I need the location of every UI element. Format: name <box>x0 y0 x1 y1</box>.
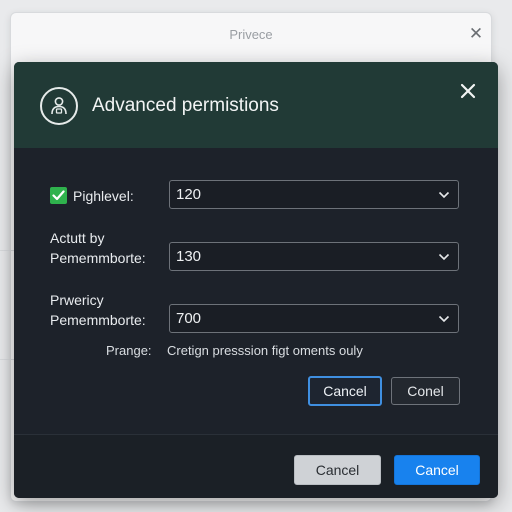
advanced-permissions-dialog: Advanced permistions Pighlevel: 120 Actu… <box>14 62 498 498</box>
note-label: Prange: <box>106 343 152 358</box>
chevron-down-icon <box>438 315 450 323</box>
row1-select[interactable]: 120 <box>169 180 459 209</box>
row2-select[interactable]: 130 <box>169 242 459 271</box>
dialog-footer: Cancel Cancel <box>14 434 498 498</box>
background-window-title: Privece <box>229 27 273 42</box>
row2-label-line1: Actutt by <box>50 230 105 246</box>
row3-select-value: 700 <box>176 310 202 327</box>
cancel-button-focused[interactable]: Cancel <box>308 376 382 406</box>
chevron-down-icon <box>438 253 450 261</box>
close-icon[interactable] <box>456 79 480 103</box>
row2-label-line2: Pememmborte: <box>50 250 146 266</box>
background-panel-edge <box>0 250 14 360</box>
cancel-button-primary[interactable]: Cancel <box>394 455 480 485</box>
row3-label-line1: Prwericy <box>50 292 104 308</box>
dialog-title: Advanced permistions <box>92 95 279 116</box>
pighlevel-checkbox[interactable] <box>50 187 67 204</box>
row3-label-line2: Pememmborte: <box>50 312 146 328</box>
row1-label: Pighlevel: <box>73 188 134 204</box>
row1-select-value: 120 <box>176 186 202 203</box>
chevron-down-icon <box>438 191 450 199</box>
cancel-button-secondary[interactable]: Cancel <box>294 455 381 485</box>
row3-select[interactable]: 700 <box>169 304 459 333</box>
user-lock-icon <box>40 87 78 125</box>
note-text: Cretign presssion figt oments ouly <box>167 343 363 358</box>
conel-button[interactable]: Conel <box>391 377 460 405</box>
background-close-icon[interactable]: ✕ <box>467 25 485 43</box>
dialog-header: Advanced permistions <box>14 62 498 148</box>
row2-select-value: 130 <box>176 248 202 265</box>
